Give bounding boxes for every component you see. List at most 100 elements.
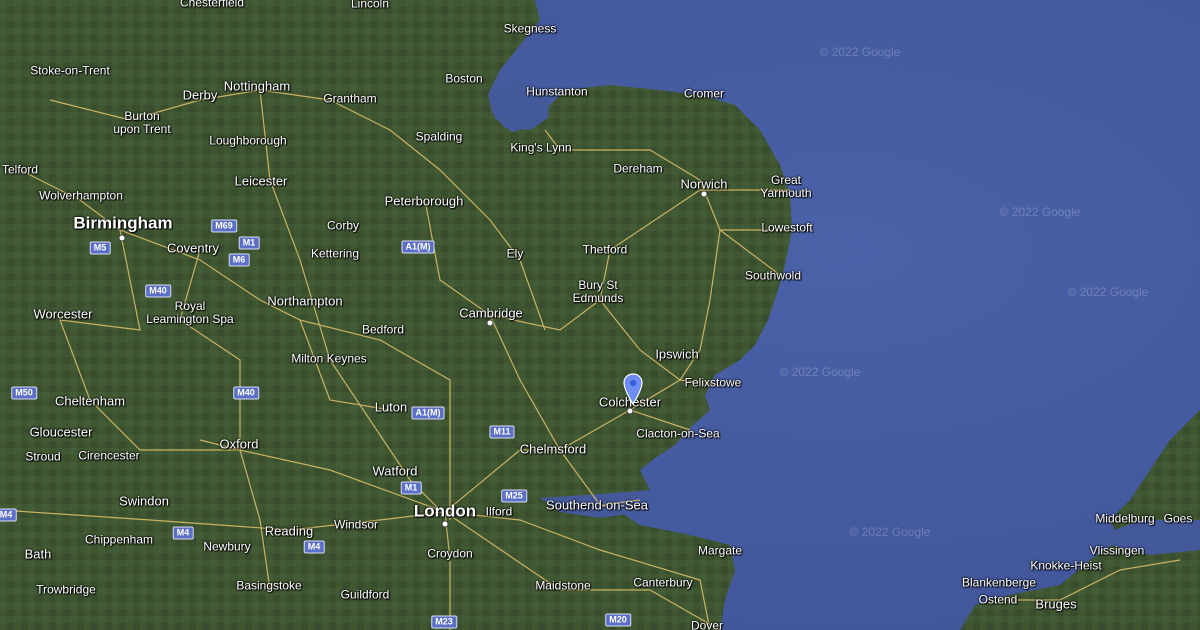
- place-label[interactable]: Newbury: [203, 540, 250, 554]
- location-pin-icon[interactable]: [623, 373, 643, 405]
- city-dot: [700, 190, 708, 198]
- place-label[interactable]: Lowestoft: [761, 221, 812, 235]
- place-label[interactable]: Chippenham: [85, 533, 153, 547]
- place-label[interactable]: Dereham: [613, 162, 662, 176]
- place-label[interactable]: Norwich: [681, 178, 728, 191]
- road-shield: M40: [145, 284, 171, 298]
- place-label[interactable]: Royal Leamington Spa: [146, 300, 233, 326]
- city-dot: [118, 234, 126, 242]
- place-label[interactable]: Ilford: [486, 505, 513, 519]
- place-label[interactable]: Cromer: [684, 87, 724, 101]
- place-label[interactable]: Ostend: [979, 593, 1018, 607]
- road-shield: M1: [238, 236, 260, 250]
- place-label[interactable]: Bedford: [362, 323, 404, 337]
- place-label[interactable]: Blankenberge: [962, 576, 1036, 590]
- road-shield: M4: [0, 508, 17, 522]
- place-label[interactable]: Maidstone: [535, 579, 590, 593]
- place-label[interactable]: Stoke-on-Trent: [30, 64, 110, 78]
- place-label[interactable]: Kettering: [311, 247, 359, 261]
- road-shield: M69: [211, 219, 237, 233]
- place-label[interactable]: Bruges: [1035, 598, 1076, 611]
- place-label[interactable]: Goes: [1164, 512, 1193, 526]
- place-label[interactable]: London: [414, 502, 476, 521]
- place-label[interactable]: Boston: [445, 72, 482, 86]
- place-label[interactable]: Lincoln: [351, 0, 389, 11]
- road-shield: M6: [228, 253, 250, 267]
- road-shield: M1: [400, 481, 422, 495]
- place-label[interactable]: Ely: [507, 247, 524, 261]
- city-dot: [626, 407, 634, 415]
- place-label[interactable]: Southwold: [745, 269, 801, 283]
- place-label[interactable]: Clacton-on-Sea: [636, 427, 719, 441]
- road-shield: M25: [501, 489, 527, 503]
- road-shield: M4: [303, 540, 325, 554]
- place-label[interactable]: Gloucester: [30, 426, 93, 439]
- place-label[interactable]: Cambridge: [459, 307, 523, 320]
- place-label[interactable]: Trowbridge: [36, 583, 96, 597]
- google-watermark: © 2022 Google: [1067, 285, 1149, 299]
- place-label[interactable]: Windsor: [334, 518, 378, 532]
- place-label[interactable]: Cirencester: [78, 449, 139, 463]
- place-label[interactable]: Canterbury: [633, 576, 692, 590]
- place-label[interactable]: Knokke-Heist: [1030, 559, 1101, 573]
- place-label[interactable]: Peterborough: [385, 195, 464, 208]
- place-label[interactable]: Ipswich: [655, 348, 698, 361]
- place-label[interactable]: Great Yarmouth: [760, 174, 811, 200]
- place-label[interactable]: Dover: [691, 619, 723, 630]
- place-label[interactable]: Telford: [2, 163, 38, 177]
- road-shield: M5: [89, 241, 111, 255]
- city-dot: [441, 520, 449, 528]
- place-label[interactable]: Swindon: [119, 495, 169, 508]
- place-label[interactable]: Corby: [327, 219, 359, 233]
- city-dot: [486, 319, 494, 327]
- place-label[interactable]: Watford: [372, 465, 417, 478]
- place-label[interactable]: Southend-on-Sea: [546, 499, 648, 512]
- place-label[interactable]: Croydon: [427, 547, 472, 561]
- google-watermark: © 2022 Google: [999, 205, 1081, 219]
- place-label[interactable]: Milton Keynes: [291, 352, 366, 366]
- place-label[interactable]: Nottingham: [224, 80, 290, 93]
- place-label[interactable]: Burton upon Trent: [113, 110, 170, 136]
- place-label[interactable]: Basingstoke: [236, 579, 301, 593]
- google-watermark: © 2022 Google: [849, 525, 931, 539]
- place-label[interactable]: Northampton: [267, 295, 342, 308]
- place-label[interactable]: Stroud: [25, 450, 60, 464]
- place-label[interactable]: Loughborough: [209, 134, 286, 148]
- place-label[interactable]: Middelburg: [1095, 512, 1154, 526]
- place-label[interactable]: Guildford: [341, 588, 390, 602]
- place-label[interactable]: Worcester: [34, 308, 93, 321]
- place-label[interactable]: Wolverhampton: [39, 189, 123, 203]
- place-label[interactable]: Oxford: [219, 438, 258, 451]
- road-shield: M23: [431, 615, 457, 629]
- google-watermark: © 2022 Google: [779, 365, 861, 379]
- place-label[interactable]: Vlissingen: [1090, 544, 1145, 558]
- place-label[interactable]: Thetford: [583, 243, 628, 257]
- road-shield: M50: [11, 386, 37, 400]
- road-shield: M4: [172, 526, 194, 540]
- place-label[interactable]: Margate: [698, 544, 742, 558]
- map-view[interactable]: © 2022 Google © 2022 Google © 2022 Googl…: [0, 0, 1200, 630]
- road-shield: A1(M): [411, 406, 445, 420]
- place-label[interactable]: Birmingham: [73, 214, 172, 233]
- google-watermark: © 2022 Google: [819, 45, 901, 59]
- place-label[interactable]: Spalding: [416, 130, 463, 144]
- place-label[interactable]: Chelmsford: [520, 443, 586, 456]
- place-label[interactable]: Chesterfield: [180, 0, 244, 10]
- place-label[interactable]: Felixstowe: [685, 376, 742, 390]
- place-label[interactable]: Coventry: [167, 242, 219, 255]
- place-label[interactable]: Bury St Edmunds: [573, 279, 624, 305]
- place-label[interactable]: Luton: [375, 401, 408, 414]
- road-shield: A1(M): [401, 240, 435, 254]
- place-label[interactable]: King's Lynn: [510, 141, 571, 155]
- road-shield: M40: [233, 386, 259, 400]
- place-label[interactable]: Hunstanton: [526, 85, 587, 99]
- place-label[interactable]: Bath: [25, 548, 52, 561]
- place-label[interactable]: Reading: [265, 525, 313, 538]
- road-shield: M11: [489, 425, 515, 439]
- place-label[interactable]: Derby: [183, 89, 218, 102]
- place-label[interactable]: Cheltenham: [55, 395, 125, 408]
- place-label[interactable]: Grantham: [323, 92, 376, 106]
- place-label[interactable]: Skegness: [504, 22, 557, 36]
- road-shield: M20: [605, 613, 631, 627]
- place-label[interactable]: Leicester: [235, 175, 288, 188]
